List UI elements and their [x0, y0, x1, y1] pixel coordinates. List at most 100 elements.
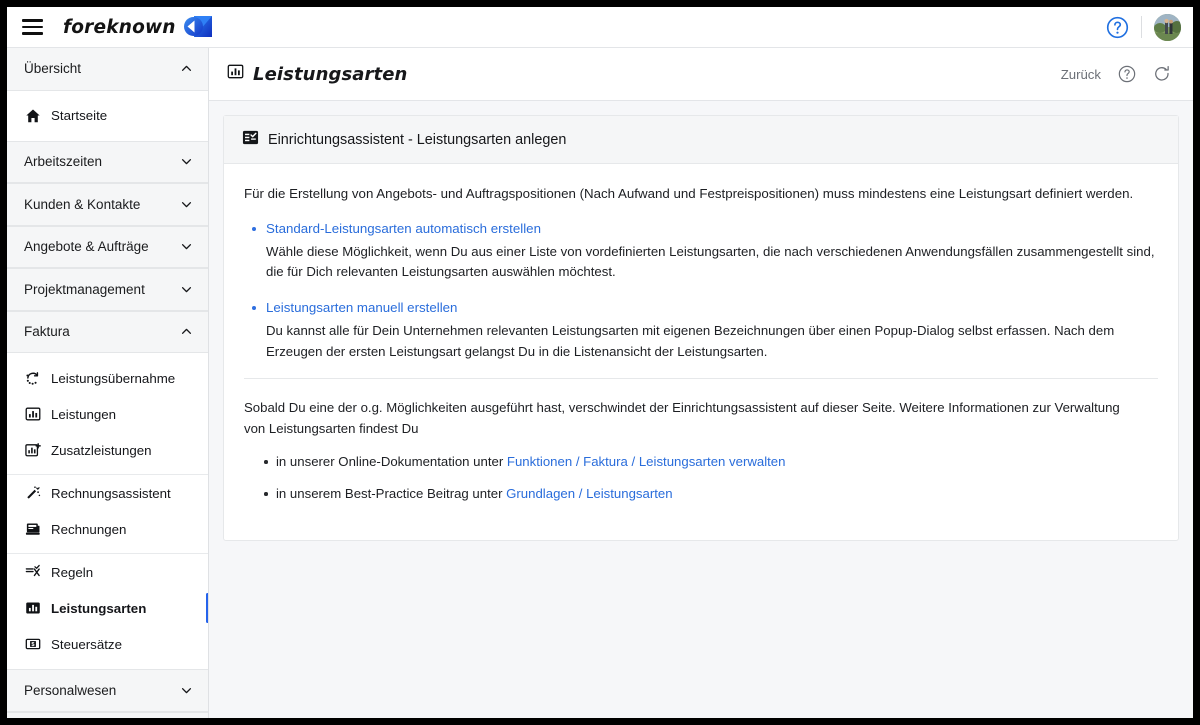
help-circle-icon[interactable] [1118, 65, 1136, 83]
doc-link-online-documentation[interactable]: Funktionen / Faktura / Leistungsarten ve… [507, 454, 786, 469]
divider [244, 378, 1158, 380]
content-area: Einrichtungsassistent - Leistungsarten a… [209, 101, 1193, 718]
chart-bar-filled-icon [24, 600, 41, 617]
option-list: Standard-Leistungsarten automatisch erst… [242, 219, 1160, 363]
doc-link-best-practice[interactable]: Grundlagen / Leistungsarten [506, 486, 672, 501]
sidebar-item-rechnungsassistent[interactable]: Rechnungsassistent [7, 475, 208, 511]
chevron-down-icon [181, 244, 192, 250]
sidebar-item-label: Regeln [51, 564, 94, 580]
help-circle-icon[interactable] [1106, 16, 1129, 39]
hamburger-bar [21, 32, 43, 35]
sidebar-item-leistungsuebernahme[interactable]: Leistungsübernahme [7, 360, 208, 396]
sidebar-group-label: Kunden & Kontakte [24, 196, 141, 212]
outro-text: Sobald Du eine der o.g. Möglichkeiten au… [244, 400, 1120, 436]
transfer-icon [24, 370, 41, 387]
sidebar-group-kunden-kontakte[interactable]: Kunden & Kontakte [7, 183, 208, 226]
sidebar-group-faktura[interactable]: Faktura [7, 310, 208, 353]
page-title: Leistungsarten [253, 63, 408, 85]
sidebar-group-label: Angebote & Aufträge [24, 239, 149, 255]
sidebar-item-regeln[interactable]: Regeln [7, 554, 208, 590]
nav-spacer [7, 353, 208, 360]
chart-bar-plus-icon [24, 442, 41, 459]
option-description: Wähle diese Möglichkeit, wenn Du aus ein… [266, 243, 1155, 279]
sidebar-item-label: Leistungen [51, 406, 117, 422]
brand-name: foreknown [63, 16, 176, 38]
sidebar-item-rechnungen[interactable]: Rechnungen [7, 511, 208, 547]
active-indicator [205, 593, 208, 623]
option-item: Standard-Leistungsarten automatisch erst… [242, 219, 1160, 283]
doc-link-prefix: in unserem Best-Practice Beitrag unter [276, 486, 507, 501]
sidebar-group-angebote-auftraege[interactable]: Angebote & Aufträge [7, 225, 208, 268]
sidebar-item-label: Leistungsarten [51, 600, 147, 616]
chevron-down-icon [181, 687, 192, 694]
app-window: foreknown Übersicht Startseite Arbeitsze… [7, 7, 1193, 718]
card-header: Einrichtungsassistent - Leistungsarten a… [224, 116, 1178, 164]
sidebar-item-startseite[interactable]: Startseite [7, 97, 208, 134]
nav-spacer [7, 90, 208, 98]
back-button[interactable]: Zurück [1061, 67, 1101, 82]
refresh-icon[interactable] [1153, 65, 1171, 83]
chevron-down-icon [181, 286, 192, 293]
sidebar-group-personalwesen[interactable]: Personalwesen [7, 669, 208, 712]
magic-wand-icon [24, 485, 41, 502]
card-body: Für die Erstellung von Angebots- und Auf… [224, 164, 1178, 540]
option-link-manual-create[interactable]: Leistungsarten manuell erstellen [266, 298, 457, 318]
topbar-right-actions [1106, 13, 1181, 41]
sidebar-item-leistungen[interactable]: Leistungen [7, 396, 208, 432]
rules-icon [24, 564, 41, 581]
doc-link-prefix: in unserer Online-Dokumentation unter [276, 454, 507, 470]
brand[interactable]: foreknown [63, 15, 213, 39]
sidebar-item-label: Leistungsübernahme [51, 370, 176, 386]
foreknown-logo-icon [183, 16, 212, 37]
doc-link-item: in unserer Online-Dokumentation unter Fu… [242, 452, 1160, 472]
chevron-up-icon [181, 328, 192, 335]
sidebar-item-label: Zusatzleistungen [51, 442, 152, 458]
nav-spacer [7, 468, 208, 475]
nav-spacer [7, 133, 208, 141]
invoice-icon [24, 521, 41, 538]
chart-bar-icon [24, 406, 41, 423]
top-bar: foreknown [7, 7, 1193, 48]
doc-link-list: in unserer Online-Dokumentation unter Fu… [242, 452, 1160, 504]
sidebar-item-label: Steuersätze [51, 636, 122, 652]
card-header-title: Einrichtungsassistent - Leistungsarten a… [268, 131, 567, 148]
sidebar-group-label: Übersicht [24, 61, 82, 77]
nav-spacer [7, 662, 208, 669]
home-icon [24, 107, 41, 124]
sidebar-item-steuersaetze[interactable]: $ Steuersätze [7, 626, 208, 662]
sidebar-item-label: Rechnungen [51, 521, 127, 537]
page-title-wrap: Leistungsarten [227, 63, 407, 85]
chevron-up-icon [181, 65, 192, 72]
chevron-down-icon [181, 201, 192, 208]
sidebar-item-label: Rechnungsassistent [51, 485, 171, 501]
sidebar-group-label: Arbeitszeiten [24, 154, 103, 170]
avatar-photo [1154, 13, 1181, 41]
sidebar-group-uebersicht[interactable]: Übersicht [7, 48, 208, 91]
chevron-down-icon [181, 159, 192, 165]
doc-link-item: in unserem Best-Practice Beitrag unter G… [242, 484, 1160, 504]
option-description: Du kannst alle für Dein Unternehmen rele… [266, 323, 1115, 359]
sidebar-group-arbeitszeiten[interactable]: Arbeitszeiten [7, 140, 208, 183]
money-icon: $ [24, 636, 41, 653]
sidebar-item-leistungsarten[interactable]: Leistungsarten [7, 590, 208, 626]
app-body: Übersicht Startseite Arbeitszeiten Kunde… [7, 48, 1193, 718]
sidebar-group-label: Personalwesen [24, 682, 117, 698]
topbar-divider [1141, 16, 1142, 38]
avatar[interactable] [1154, 13, 1181, 41]
option-link-auto-create[interactable]: Standard-Leistungsarten automatisch erst… [266, 219, 541, 239]
option-item: Leistungsarten manuell erstellen Du kann… [242, 298, 1160, 362]
sidebar-item-zusatzleistungen[interactable]: Zusatzleistungen [7, 432, 208, 468]
intro-text: Für die Erstellung von Angebots- und Auf… [244, 186, 1134, 201]
page-header-actions: Zurück [1061, 65, 1171, 83]
chart-bar-icon [227, 63, 244, 85]
sidebar-item-label: Startseite [51, 108, 108, 123]
hamburger-bar [21, 25, 43, 29]
sidebar-group-system-administration[interactable]: System Administration [7, 711, 208, 718]
checklist-icon [242, 129, 259, 151]
main-content: Leistungsarten Zurück Einrichtungsassist… [209, 48, 1193, 718]
sidebar-group-label: Projektmanagement [24, 281, 145, 297]
sidebar: Übersicht Startseite Arbeitszeiten Kunde… [7, 48, 209, 718]
sidebar-group-projektmanagement[interactable]: Projektmanagement [7, 268, 208, 311]
nav-spacer [7, 547, 208, 554]
hamburger-icon[interactable] [17, 12, 47, 42]
